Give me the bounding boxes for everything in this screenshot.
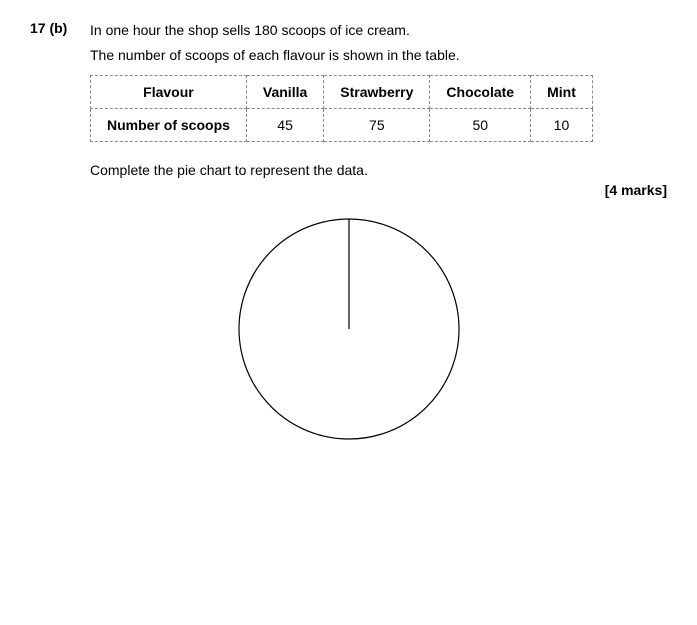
value-chocolate: 50 (430, 109, 531, 142)
col-header-chocolate: Chocolate (430, 76, 531, 109)
pie-chart-container (30, 214, 667, 444)
col-header-flavour: Flavour (91, 76, 247, 109)
question-intro: In one hour the shop sells 180 scoops of… (90, 20, 410, 41)
col-header-strawberry: Strawberry (324, 76, 430, 109)
value-strawberry: 75 (324, 109, 430, 142)
chart-instruction: Complete the pie chart to represent the … (90, 162, 667, 178)
question-sub-intro: The number of scoops of each flavour is … (90, 47, 667, 63)
pie-chart-svg (234, 214, 464, 444)
marks-label: [4 marks] (30, 182, 667, 198)
question-number: 17 (b) (30, 20, 90, 36)
data-table: Flavour Vanilla Strawberry Chocolate Min… (90, 75, 667, 142)
row-label: Number of scoops (91, 109, 247, 142)
value-vanilla: 45 (246, 109, 323, 142)
col-header-mint: Mint (531, 76, 593, 109)
value-mint: 10 (531, 109, 593, 142)
col-header-vanilla: Vanilla (246, 76, 323, 109)
